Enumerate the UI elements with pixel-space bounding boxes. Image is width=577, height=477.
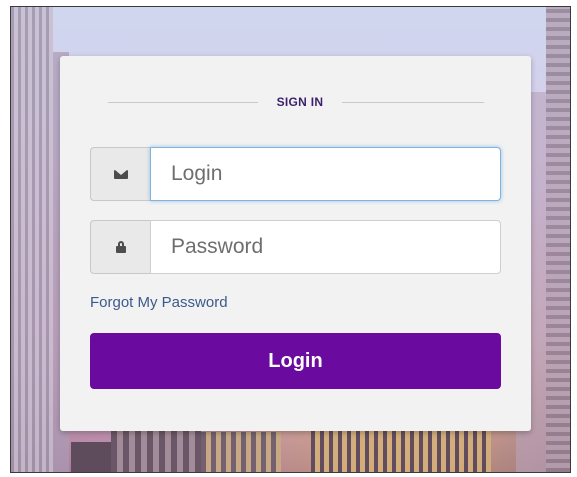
forgot-password-link[interactable]: Forgot My Password — [90, 294, 228, 311]
background-building — [201, 432, 281, 472]
lock-icon — [115, 241, 126, 253]
heading-divider-right — [342, 102, 484, 103]
password-addon — [90, 220, 150, 274]
password-field — [90, 220, 501, 274]
login-button[interactable]: Login — [90, 333, 501, 389]
background-building — [311, 427, 491, 472]
password-input[interactable] — [150, 220, 501, 274]
login-field — [90, 147, 501, 201]
login-input[interactable] — [150, 147, 501, 201]
envelope-icon — [113, 169, 128, 179]
background-building — [546, 7, 570, 472]
background-building — [71, 442, 111, 472]
signin-heading: SIGN IN — [276, 95, 324, 109]
heading-divider-left — [108, 102, 258, 103]
login-addon — [90, 147, 150, 201]
background-building — [11, 7, 53, 472]
